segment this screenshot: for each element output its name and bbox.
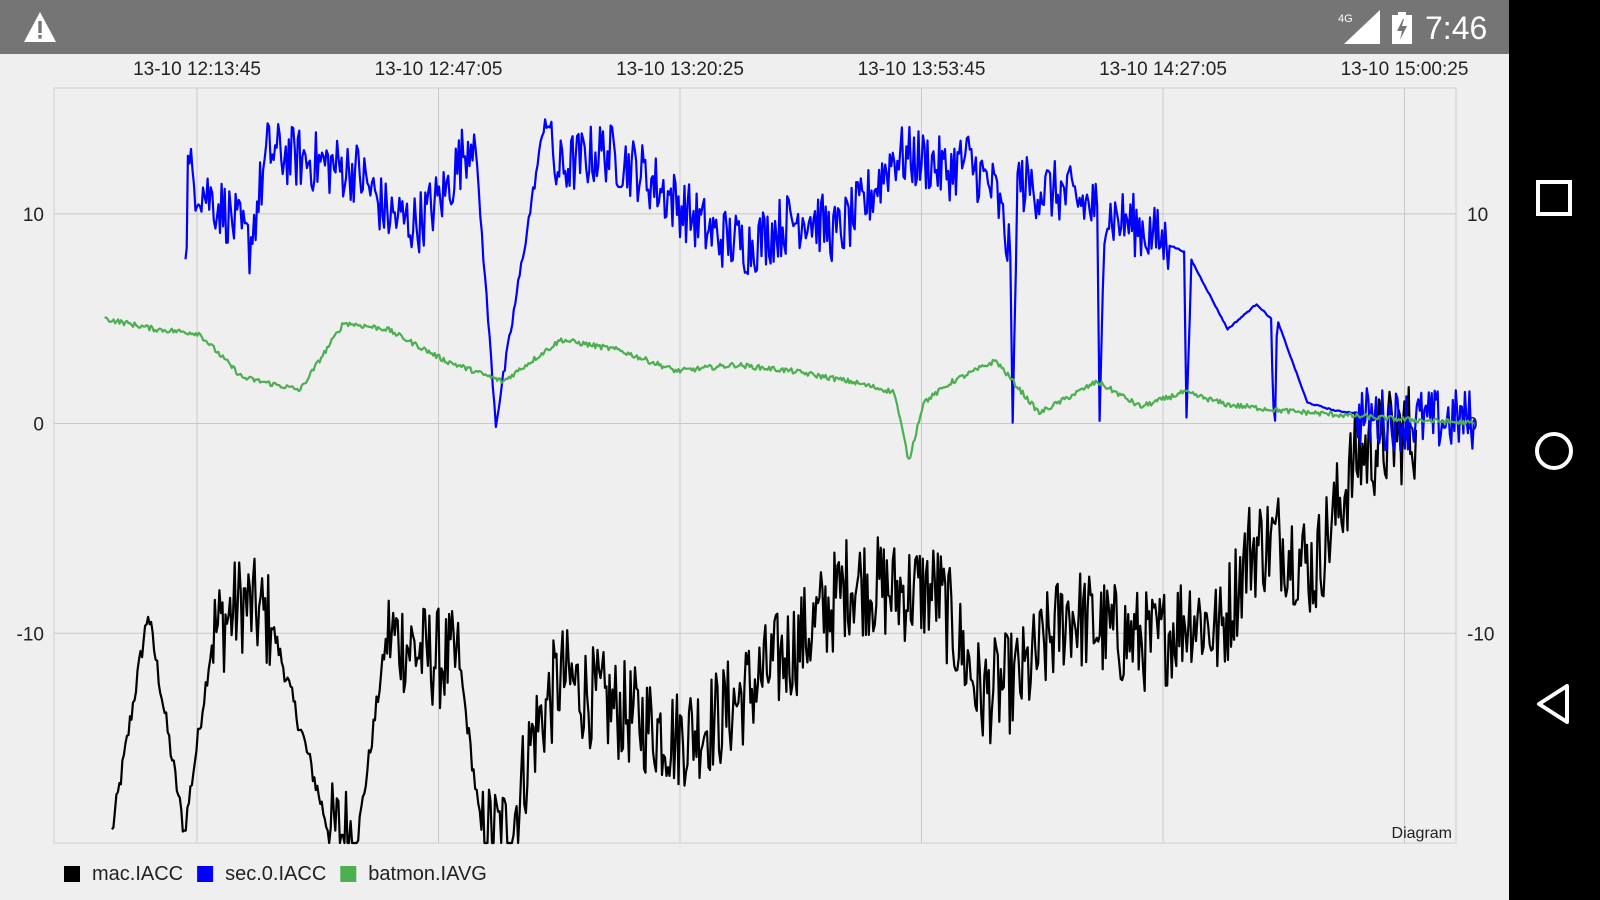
x-tick-label: 13-10 13:53:45 bbox=[858, 59, 986, 80]
warning-icon[interactable] bbox=[22, 10, 58, 44]
chart-area[interactable]: 13-10 12:13:45 13-10 12:47:05 13-10 13:20:… bbox=[0, 54, 1509, 900]
chart-legend: mac.IACC sec.0.IACC batmon.IAVG bbox=[64, 863, 487, 885]
series-line-mac.IACC bbox=[111, 386, 1418, 845]
x-tick-label: 13-10 12:13:45 bbox=[133, 59, 261, 80]
recents-button[interactable] bbox=[1529, 173, 1579, 223]
y-tick-label-right: 10 bbox=[1467, 205, 1488, 226]
legend-label: sec.0.IACC bbox=[225, 863, 326, 885]
chart-grid bbox=[53, 87, 1457, 844]
network-type-label: 4G bbox=[1338, 13, 1353, 25]
signal-4g-icon: 4G bbox=[1338, 10, 1380, 44]
series-line-batmon.IAVG bbox=[104, 316, 1475, 460]
legend-label: mac.IACC bbox=[92, 863, 183, 885]
legend-swatch bbox=[197, 866, 214, 882]
y-tick-label-right: -10 bbox=[1467, 624, 1494, 645]
legend-swatch bbox=[340, 866, 357, 882]
legend-label: batmon.IAVG bbox=[368, 863, 487, 885]
battery-charging-icon bbox=[1392, 12, 1412, 44]
chart-canvas[interactable]: 13-10 12:13:45 13-10 12:47:05 13-10 13:20:… bbox=[0, 54, 1509, 900]
circle-icon bbox=[1535, 432, 1573, 470]
chart-corner-tag: Diagram bbox=[1392, 825, 1452, 842]
y-tick-label-left: -10 bbox=[17, 624, 44, 645]
legend-swatch bbox=[64, 866, 80, 882]
x-tick-label: 13-10 15:00:25 bbox=[1341, 59, 1469, 80]
y-tick-label-left: 10 bbox=[23, 205, 44, 226]
series-line-sec.0.IACC bbox=[184, 118, 1475, 452]
navigation-bar bbox=[1509, 0, 1600, 900]
triangle-back-icon bbox=[1537, 684, 1569, 724]
back-button[interactable] bbox=[1529, 679, 1579, 729]
x-tick-label: 13-10 14:27:05 bbox=[1099, 59, 1227, 80]
square-icon bbox=[1536, 180, 1572, 216]
x-tick-label: 13-10 12:47:05 bbox=[375, 59, 503, 80]
status-clock: 7:46 bbox=[1425, 10, 1488, 46]
home-button[interactable] bbox=[1529, 426, 1579, 476]
y-tick-label-left: 0 bbox=[33, 415, 44, 436]
plot-frame bbox=[53, 87, 1457, 844]
chart-series bbox=[104, 118, 1475, 845]
x-tick-label: 13-10 13:20:25 bbox=[616, 59, 744, 80]
status-bar: 4G 7:46 bbox=[0, 0, 1509, 54]
